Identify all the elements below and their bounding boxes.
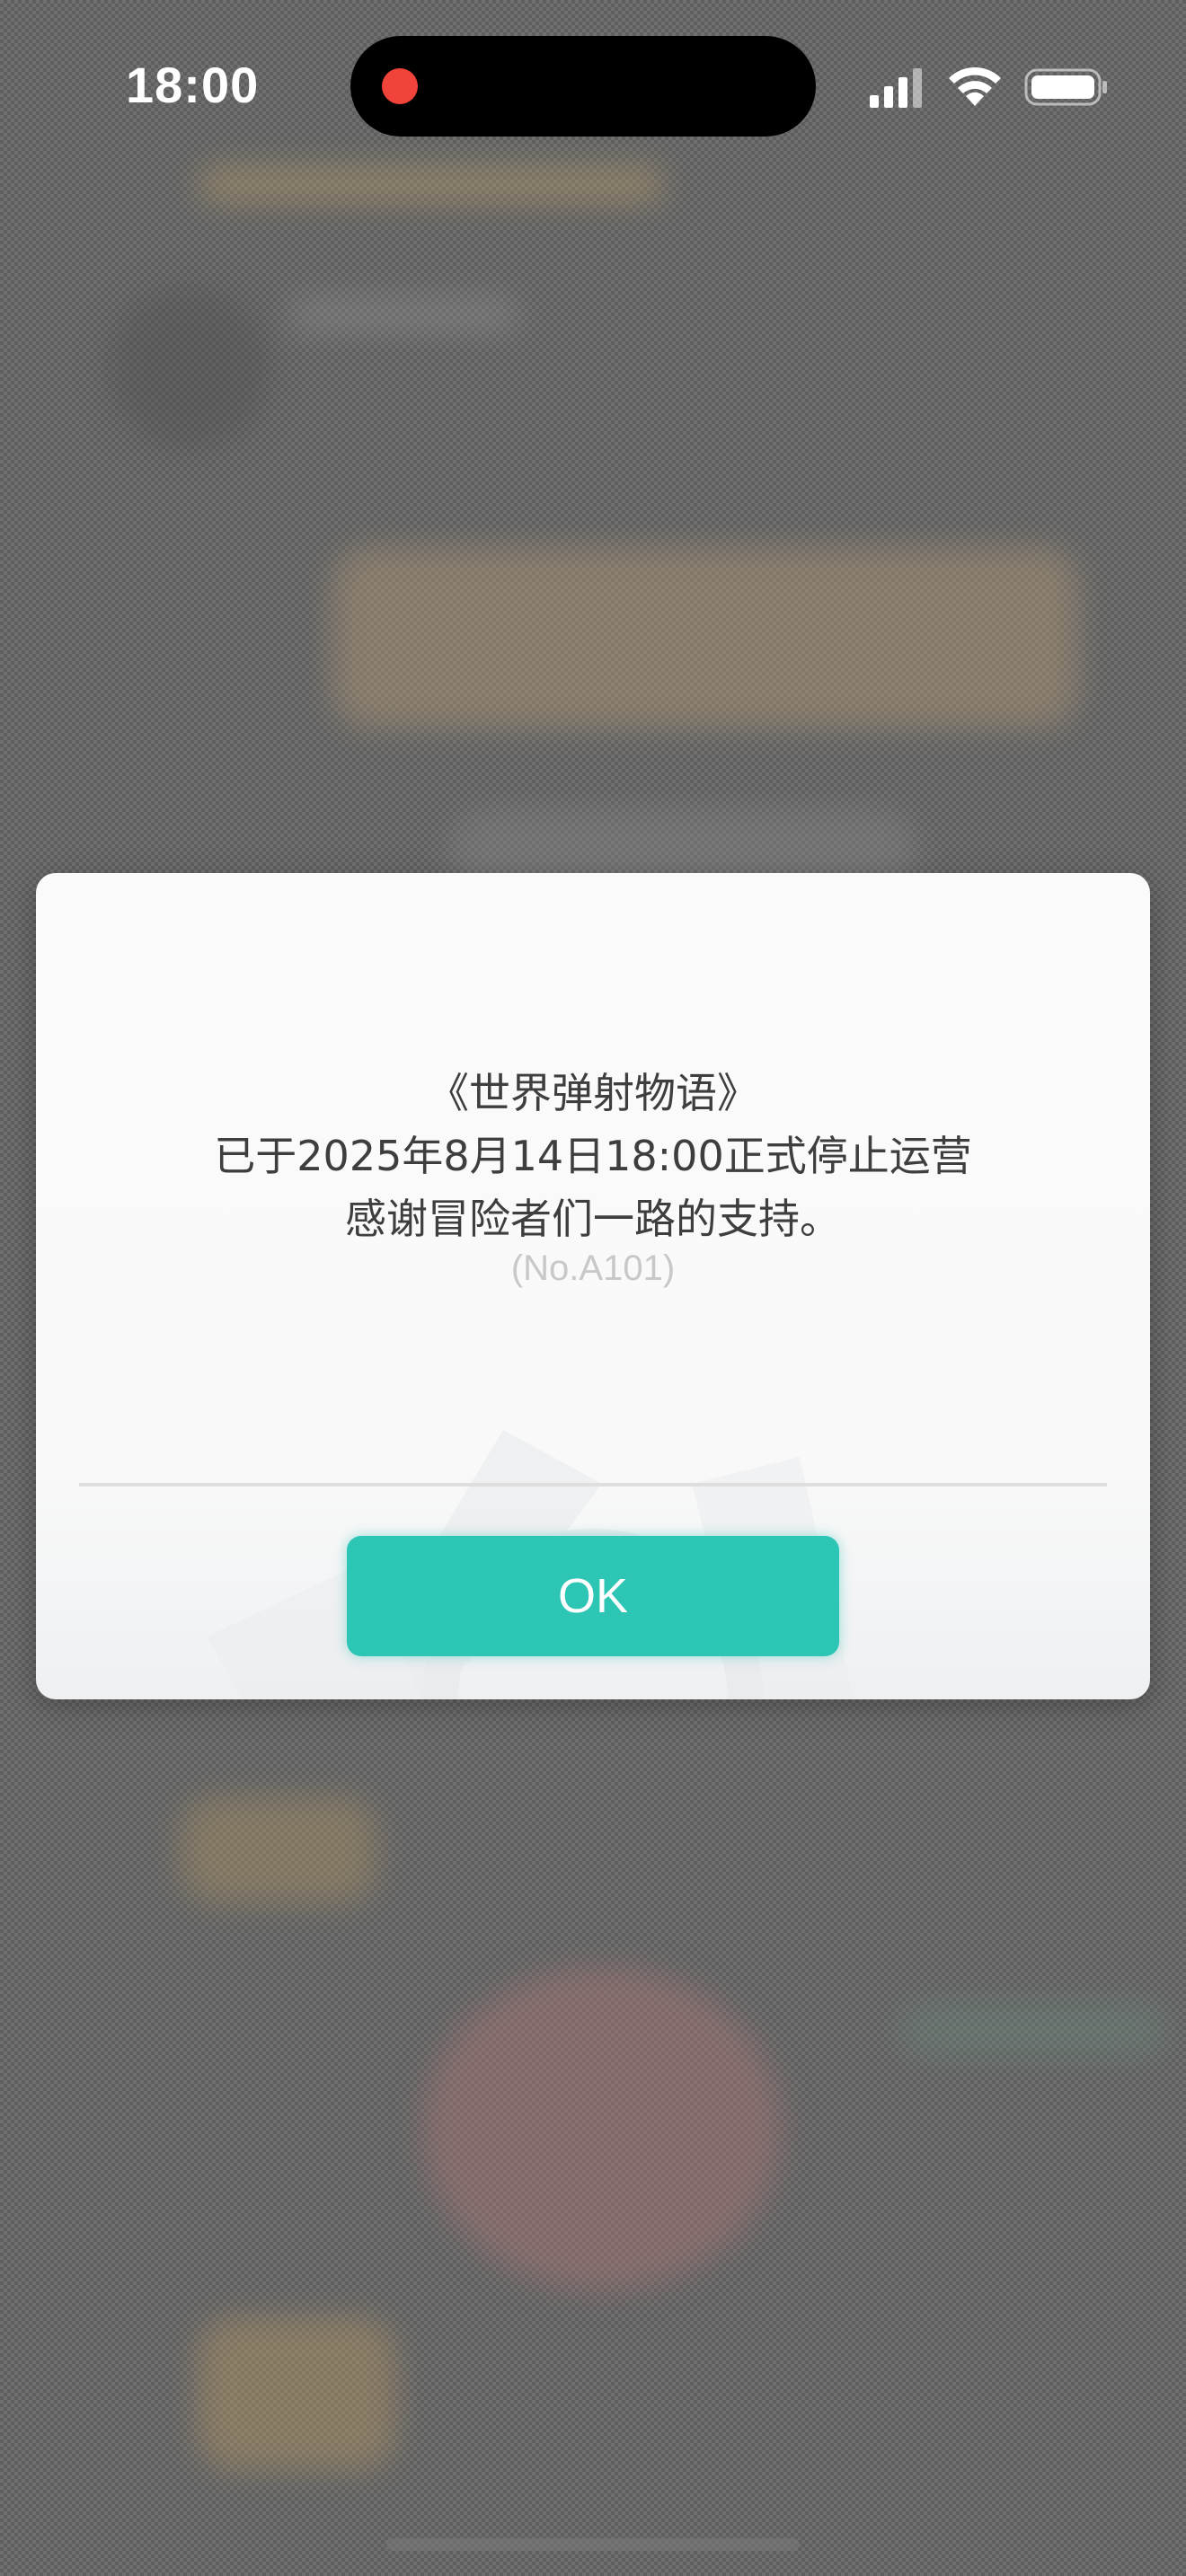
service-ended-dialog: 《世界弹射物语》 已于2025年8月14日18:00正式停止运营 感谢冒险者们一… (36, 873, 1150, 1699)
background-emblem (422, 1967, 782, 2290)
wifi-icon (949, 66, 1001, 106)
ok-button[interactable]: OK (347, 1536, 839, 1656)
status-time: 18:00 (126, 57, 260, 113)
battery-icon (1024, 68, 1107, 106)
status-bar: 18:00 (0, 0, 1186, 180)
error-code: (No.A101) (510, 1248, 676, 1288)
background-name-plate (288, 296, 521, 332)
background-menu-item-bottom (198, 2317, 395, 2470)
message-line-title: 《世界弹射物语》 (428, 1069, 758, 1117)
background-side-item (898, 2003, 1168, 2057)
message-line-date: 已于2025年8月14日18:00正式停止运营 (214, 1132, 972, 1180)
dialog-message: 《世界弹射物语》 已于2025年8月14日18:00正式停止运营 感谢冒险者们一… (36, 1062, 1150, 1250)
recording-dot-icon (382, 68, 418, 104)
background-panel (332, 548, 1078, 728)
background-avatar (108, 287, 270, 449)
dynamic-island (350, 36, 816, 137)
home-indicator[interactable] (386, 2538, 800, 2551)
signal-icon (870, 68, 922, 108)
divider (79, 1483, 1107, 1486)
background-menu-item (180, 1796, 377, 1904)
message-line-thanks: 感谢冒险者们一路的支持。 (345, 1195, 841, 1243)
